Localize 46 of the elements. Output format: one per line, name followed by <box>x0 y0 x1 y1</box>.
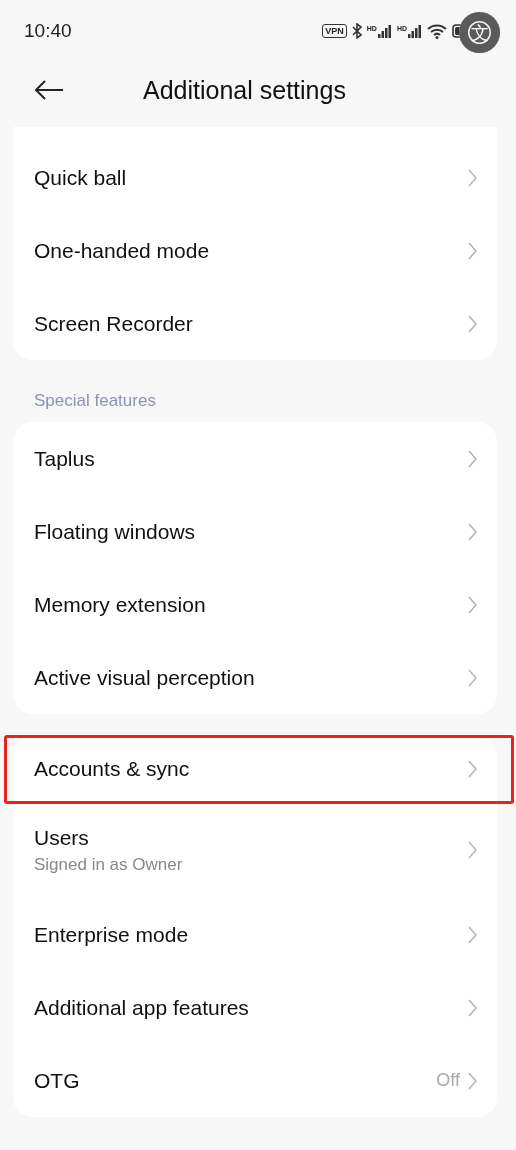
item-title: Users <box>34 825 90 850</box>
item-title: OTG <box>34 1068 81 1093</box>
item-title: Quick ball <box>34 165 128 190</box>
chevron-icon <box>468 522 477 541</box>
item-title: Memory extension <box>34 592 207 617</box>
item-value: Off <box>436 1070 460 1091</box>
settings-item[interactable]: Screen Recorder <box>13 287 497 360</box>
settings-item[interactable]: Enterprise mode <box>13 898 497 971</box>
settings-item[interactable]: OTG Off <box>13 1044 497 1117</box>
settings-item[interactable]: One-handed mode <box>13 214 497 287</box>
bluetooth-icon <box>351 23 362 39</box>
item-title: Additional app features <box>34 995 250 1020</box>
item-title: One-handed mode <box>34 238 211 263</box>
chevron-icon <box>468 760 477 778</box>
chevron-icon <box>468 595 477 614</box>
chevron-icon <box>468 449 477 468</box>
item-title: Active visual perception <box>34 665 256 690</box>
item-title: Accounts & sync <box>34 757 191 781</box>
item-title: Floating windows <box>34 519 197 544</box>
back-button[interactable] <box>34 80 64 100</box>
settings-item[interactable]: Accounts & sync <box>13 736 497 802</box>
page-title: Additional settings <box>143 75 346 105</box>
chevron-icon <box>468 841 477 859</box>
chevron-icon <box>468 998 477 1017</box>
item-title: Enterprise mode <box>34 922 190 947</box>
wifi-icon <box>427 23 447 39</box>
settings-item[interactable]: Users Signed in as Owner <box>13 802 497 898</box>
translate-button[interactable]: 文 <box>459 12 500 53</box>
item-subtitle: Signed in as Owner <box>34 854 184 875</box>
chevron-icon <box>468 241 477 260</box>
item-title: Screen Recorder <box>34 311 194 336</box>
settings-item[interactable]: Active visual perception <box>13 641 497 714</box>
chevron-icon <box>468 314 477 333</box>
clock-time: 10:40 <box>24 20 73 42</box>
settings-item[interactable]: Floating windows <box>13 495 497 568</box>
vpn-badge: VPN <box>322 24 347 38</box>
chevron-icon <box>468 168 477 187</box>
item-title: Taplus <box>34 446 96 471</box>
chevron-icon <box>468 1071 477 1090</box>
settings-item[interactable]: Quick ball <box>13 141 497 214</box>
section-header: Special features <box>33 390 157 412</box>
settings-item[interactable]: Taplus <box>13 422 497 495</box>
chevron-icon <box>468 925 477 944</box>
settings-item[interactable]: Memory extension <box>13 568 497 641</box>
chevron-icon <box>468 668 477 687</box>
settings-item[interactable]: Additional app features <box>13 971 497 1044</box>
